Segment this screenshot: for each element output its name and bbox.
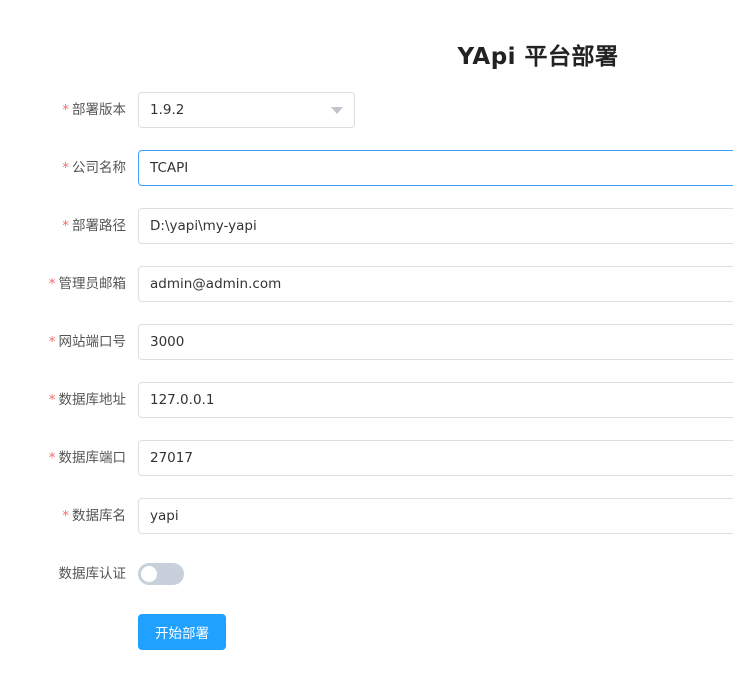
form-row-db-name: * 数据库名 [0,498,733,534]
db-auth-label: 数据库认证 [58,566,127,582]
form-row-deploy-path: * 部署路径 [0,208,733,244]
db-name-label: * 数据库名 [62,498,126,534]
admin-email-input[interactable] [138,266,733,302]
site-port-label: * 网站端口号 [49,324,126,360]
required-mark: * [48,334,56,350]
db-auth-switch[interactable] [138,563,184,585]
page-title: YApi 平台部署 [457,44,619,70]
admin-email-label: * 管理员邮箱 [49,266,126,302]
required-mark: * [48,392,56,408]
deploy-path-input[interactable] [138,208,733,244]
version-select-value: 1.9.2 [150,102,185,118]
required-mark: * [62,508,69,524]
start-deploy-button[interactable]: 开始部署 [138,614,226,650]
site-port-input[interactable] [138,324,733,360]
db-port-label-text: 数据库端口 [58,450,127,466]
required-mark: * [48,276,56,292]
company-label: * 公司名称 [62,150,126,186]
required-mark: * [62,160,69,176]
form-row-company: * 公司名称 [0,150,733,186]
company-input[interactable] [138,150,733,186]
deploy-path-label-text: 部署路径 [72,218,126,234]
db-port-label: * 数据库端口 [49,440,126,476]
required-mark: * [62,218,69,234]
db-host-input[interactable] [138,382,733,418]
company-label-text: 公司名称 [72,160,126,176]
deploy-path-label: * 部署路径 [62,208,126,244]
admin-email-label-text: 管理员邮箱 [58,276,127,292]
version-label: * 部署版本 [62,92,126,128]
version-label-text: 部署版本 [72,102,126,118]
caret-down-icon [331,107,343,114]
form-row-db-auth: 数据库认证 [0,556,733,592]
db-host-label-text: 数据库地址 [58,392,127,408]
form-row-admin-email: * 管理员邮箱 [0,266,733,302]
site-port-label-text: 网站端口号 [58,334,127,350]
db-name-label-text: 数据库名 [72,508,126,524]
required-mark: * [62,102,69,118]
db-host-label: * 数据库地址 [49,382,126,418]
version-select[interactable]: 1.9.2 [138,92,355,128]
form-row-db-port: * 数据库端口 [0,440,733,476]
db-port-input[interactable] [138,440,733,476]
switch-knob [141,566,157,582]
form-row-version: * 部署版本 1.9.2 [0,92,733,128]
required-mark: * [48,450,56,466]
form-row-site-port: * 网站端口号 [0,324,733,360]
form-row-db-host: * 数据库地址 [0,382,733,418]
db-name-input[interactable] [138,498,733,534]
